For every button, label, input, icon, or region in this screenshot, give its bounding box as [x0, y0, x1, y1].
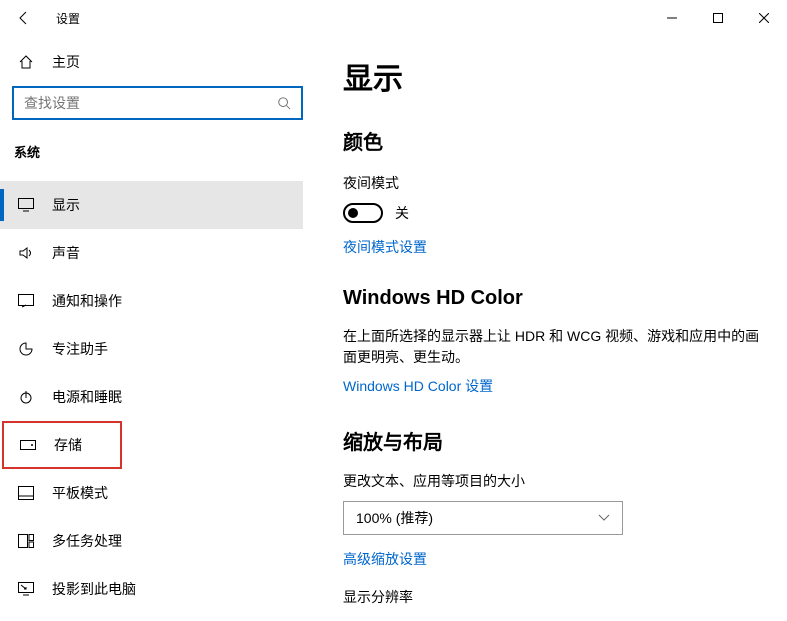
titlebar-left-group: 设置 [8, 2, 80, 34]
titlebar: 设置 [0, 0, 787, 36]
page-title: 显示 [343, 54, 767, 98]
sidebar-group-header: 系统 [14, 142, 303, 161]
sidebar-item-label: 多任务处理 [52, 531, 122, 551]
sidebar-item-power[interactable]: 电源和睡眠 [0, 373, 303, 421]
sidebar-item-label: 通知和操作 [52, 291, 122, 311]
hd-settings-link[interactable]: Windows HD Color 设置 [343, 376, 493, 396]
projecting-icon [18, 582, 34, 596]
night-mode-label: 夜间模式 [343, 173, 767, 193]
sidebar-item-focus[interactable]: 专注助手 [0, 325, 303, 373]
chevron-down-icon [598, 514, 610, 522]
window-title: 设置 [56, 10, 80, 27]
sidebar-item-label: 电源和睡眠 [52, 387, 122, 407]
sidebar-item-label: 存储 [54, 435, 82, 455]
hd-description: 在上面所选择的显示器上让 HDR 和 WCG 视频、游戏和应用中的画面更明亮、更… [343, 326, 767, 368]
search-input[interactable] [24, 95, 277, 111]
sidebar-item-display[interactable]: 显示 [0, 181, 303, 229]
minimize-icon [667, 13, 677, 23]
night-mode-toggle-row: 关 [343, 203, 767, 223]
section-scale: 缩放与布局 [343, 426, 767, 455]
night-mode-state: 关 [395, 203, 409, 223]
sidebar-item-multitask[interactable]: 多任务处理 [0, 517, 303, 565]
close-button[interactable] [741, 2, 787, 34]
resolution-label: 显示分辨率 [343, 587, 767, 607]
window-controls [649, 2, 787, 34]
sidebar-item-projecting[interactable]: 投影到此电脑 [0, 565, 303, 613]
tablet-icon [18, 486, 34, 500]
home-icon [18, 54, 34, 70]
sidebar-item-storage[interactable]: 存储 [2, 421, 122, 469]
back-button[interactable] [8, 2, 40, 34]
sound-icon [18, 245, 34, 261]
search-box[interactable] [12, 86, 303, 120]
content-pane: 显示 颜色 夜间模式 关 夜间模式设置 Windows HD Color 在上面… [315, 36, 787, 621]
arrow-left-icon [16, 10, 32, 26]
notifications-icon [18, 294, 34, 308]
sidebar-item-label: 平板模式 [52, 483, 108, 503]
night-mode-toggle[interactable] [343, 203, 383, 223]
night-mode-settings-link[interactable]: 夜间模式设置 [343, 237, 427, 257]
power-icon [18, 389, 34, 405]
maximize-icon [713, 13, 723, 23]
main-container: 主页 系统 显示 声音 通知和操作 [0, 36, 787, 621]
home-label: 主页 [52, 52, 80, 72]
scale-dropdown[interactable]: 100% (推荐) [343, 501, 623, 535]
scale-label: 更改文本、应用等项目的大小 [343, 471, 767, 491]
sidebar: 主页 系统 显示 声音 通知和操作 [0, 36, 315, 621]
search-icon [277, 96, 291, 110]
advanced-scale-link[interactable]: 高级缩放设置 [343, 549, 427, 569]
sidebar-item-label: 投影到此电脑 [52, 579, 136, 599]
sidebar-item-notifications[interactable]: 通知和操作 [0, 277, 303, 325]
maximize-button[interactable] [695, 2, 741, 34]
home-nav[interactable]: 主页 [12, 36, 303, 86]
close-icon [759, 13, 769, 23]
scale-value: 100% (推荐) [356, 508, 433, 528]
sidebar-item-tablet[interactable]: 平板模式 [0, 469, 303, 517]
display-icon [18, 198, 34, 212]
storage-icon [20, 440, 36, 450]
sidebar-item-label: 专注助手 [52, 339, 108, 359]
sidebar-item-label: 显示 [52, 195, 80, 215]
sidebar-item-sound[interactable]: 声音 [0, 229, 303, 277]
sidebar-item-label: 声音 [52, 243, 80, 263]
section-hdcolor: Windows HD Color [343, 287, 767, 310]
minimize-button[interactable] [649, 2, 695, 34]
section-color: 颜色 [343, 126, 767, 155]
focus-icon [18, 341, 34, 357]
multitask-icon [18, 534, 34, 548]
